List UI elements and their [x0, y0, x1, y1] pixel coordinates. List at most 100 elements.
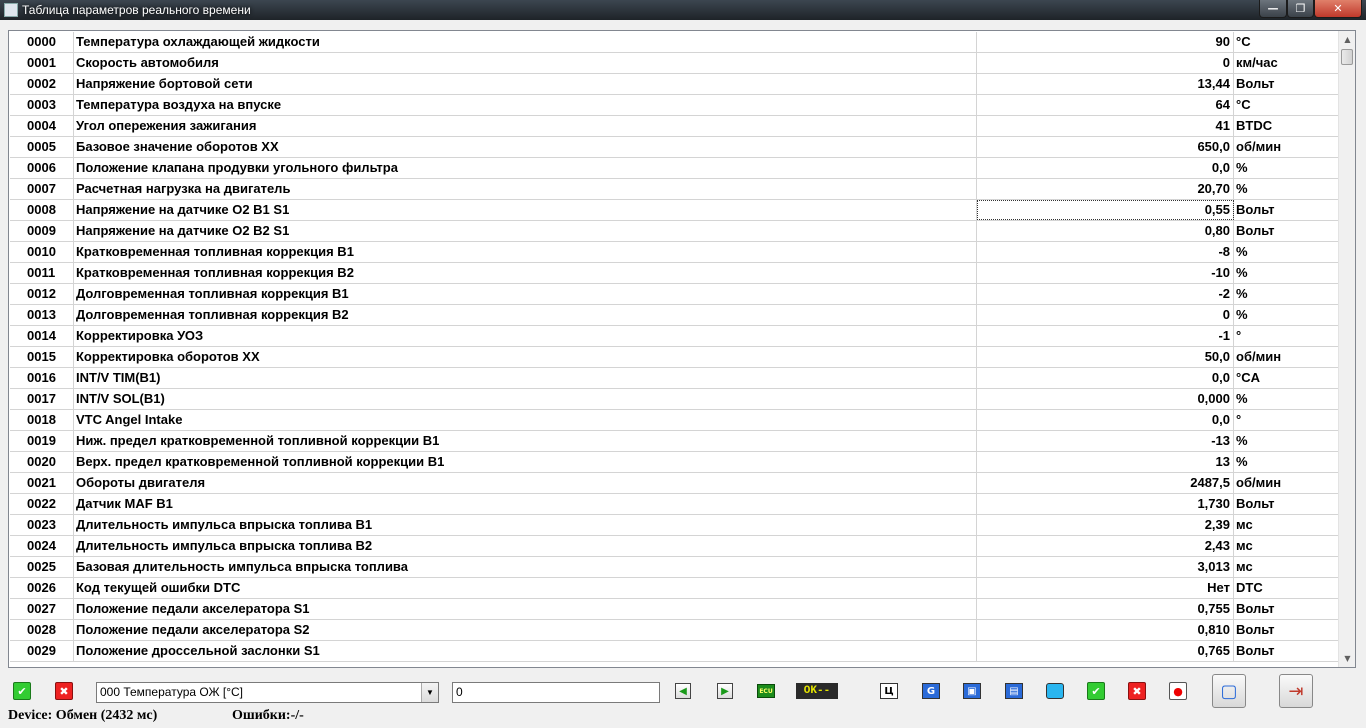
ecu-button[interactable]: ECU — [757, 684, 775, 698]
close-button[interactable]: ✕ — [1314, 0, 1362, 18]
table-row[interactable]: 0005 Базовое значение оборотов XX 650,0 об/… — [10, 137, 1340, 158]
status-bar: Device: Обмен (2432 мс) Ошибки:-/- — [0, 706, 1366, 728]
reject-button[interactable]: ✖ — [55, 682, 73, 700]
param-unit: % — [1234, 431, 1340, 451]
accept-button[interactable]: ✔ — [13, 682, 31, 700]
record-icon: ● — [1169, 682, 1187, 700]
window-icon: ▣ — [963, 683, 981, 699]
param-name: Долговременная топливная коррекция B2 — [74, 305, 977, 325]
param-code: 0018 — [10, 410, 74, 430]
list-button[interactable]: ▤ — [1005, 683, 1023, 699]
param-code: 0010 — [10, 242, 74, 262]
param-unit: об/мин — [1234, 473, 1340, 493]
table-row[interactable]: 0011 Кратковременная топливная коррекция … — [10, 263, 1340, 284]
table-row[interactable]: 0002 Напряжение бортовой сети 13,44 Вольт — [10, 74, 1340, 95]
param-unit: % — [1234, 284, 1340, 304]
table-row[interactable]: 0020 Верх. предел кратковременной топливн… — [10, 452, 1340, 473]
table-row[interactable]: 0026 Код текущей ошибки DTC Нет DTC — [10, 578, 1340, 599]
table-row[interactable]: 0023 Длительность импульса впрыска топлив… — [10, 515, 1340, 536]
param-unit: мс — [1234, 515, 1340, 535]
table-row[interactable]: 0004 Угол опережения зажигания 41 BTDC — [10, 116, 1340, 137]
param-name: Корректировка оборотов XX — [74, 347, 977, 367]
table-row[interactable]: 0024 Длительность импульса впрыска топлив… — [10, 536, 1340, 557]
param-name: Угол опережения зажигания — [74, 116, 977, 136]
param-value: -10 — [977, 263, 1234, 283]
param-value: -13 — [977, 431, 1234, 451]
param-value: 0,80 — [977, 221, 1234, 241]
ts-icon: Ц — [880, 683, 898, 699]
table-row[interactable]: 0015 Корректировка оборотов XX 50,0 об/мин — [10, 347, 1340, 368]
param-value: 20,70 — [977, 179, 1234, 199]
exit-button[interactable]: ⇥ — [1279, 674, 1313, 708]
ts-button[interactable]: Ц — [880, 683, 898, 699]
table-row[interactable]: 0003 Температура воздуха на впуске 64 °C — [10, 95, 1340, 116]
scroll-up-icon[interactable]: ▲ — [1339, 31, 1355, 48]
table-row[interactable]: 0028 Положение педали акселератора S2 0,81… — [10, 620, 1340, 641]
confirm-button[interactable]: ✔ — [1087, 682, 1105, 700]
param-unit: Вольт — [1234, 221, 1340, 241]
previous-button[interactable]: ◀ — [675, 683, 691, 699]
cross-icon: ✖ — [55, 682, 73, 700]
display-button[interactable] — [1046, 683, 1064, 699]
cancel-button[interactable]: ✖ — [1128, 682, 1146, 700]
param-unit: °C — [1234, 32, 1340, 52]
table-row[interactable]: 0018 VTC Angel Intake 0,0 ° — [10, 410, 1340, 431]
ok-status-display: OK-- — [796, 683, 838, 699]
param-value: 0,0 — [977, 410, 1234, 430]
parameter-select[interactable]: 000 Температура ОЖ [°C] ▼ — [96, 682, 439, 703]
table-row[interactable]: 0001 Скорость автомобиля 0 км/час — [10, 53, 1340, 74]
parameters-table[interactable]: 0000 Температура охлаждающей жидкости 90 °C… — [8, 30, 1356, 668]
param-name: Напряжение на датчике O2 B2 S1 — [74, 221, 977, 241]
param-name: Код текущей ошибки DTC — [74, 578, 977, 598]
param-unit: Вольт — [1234, 620, 1340, 640]
param-unit: °CA — [1234, 368, 1340, 388]
param-code: 0024 — [10, 536, 74, 556]
table-row[interactable]: 0017 INT/V SOL(B1) 0,000% — [10, 389, 1340, 410]
app-icon[interactable] — [4, 3, 18, 17]
param-name: VTC Angel Intake — [74, 410, 977, 430]
table-row[interactable]: 0016 INT/V TIM(B1) 0,0 °CA — [10, 368, 1340, 389]
table-row[interactable]: 0025 Базовая длительность импульса впрыск… — [10, 557, 1340, 578]
table-row[interactable]: 0009 Напряжение на датчике O2 B2 S1 0,80 Во… — [10, 221, 1340, 242]
param-unit: км/час — [1234, 53, 1340, 73]
check-icon: ✔ — [1087, 682, 1105, 700]
table-row[interactable]: 0029 Положение дроссельной заслонки S1 0,7… — [10, 641, 1340, 662]
table-row[interactable]: 0012 Долговременная топливная коррекция B… — [10, 284, 1340, 305]
table-row[interactable]: 0000 Температура охлаждающей жидкости 90 °C — [10, 32, 1340, 53]
param-code: 0002 — [10, 74, 74, 94]
param-value: 64 — [977, 95, 1234, 115]
minimize-button[interactable]: — — [1259, 0, 1287, 18]
table-row[interactable]: 0027 Положение педали акселератора S1 0,75… — [10, 599, 1340, 620]
window-button[interactable]: ▣ — [963, 683, 981, 699]
table-row[interactable]: 0014 Корректировка УОЗ -1 ° — [10, 326, 1340, 347]
check-icon: ✔ — [13, 682, 31, 700]
maximize-button[interactable]: ❐ — [1287, 0, 1314, 18]
table-row[interactable]: 0008 Напряжение на датчике O2 B1 S1 0,55 Во… — [10, 200, 1340, 221]
chevron-down-icon[interactable]: ▼ — [421, 683, 438, 702]
param-code: 0004 — [10, 116, 74, 136]
next-button[interactable]: ▶ — [717, 683, 733, 699]
status-indicator: OK-- — [796, 683, 838, 699]
param-value: 0,765 — [977, 641, 1234, 661]
save-button[interactable]: ▢ — [1212, 674, 1246, 708]
table-row[interactable]: 0019 Ниж. предел кратковременной топливно… — [10, 431, 1340, 452]
param-code: 0021 — [10, 473, 74, 493]
table-row[interactable]: 0021 Обороты двигателя 2487,5 об/мин — [10, 473, 1340, 494]
param-unit: Вольт — [1234, 74, 1340, 94]
scroll-thumb[interactable] — [1341, 49, 1353, 65]
param-unit: % — [1234, 389, 1340, 409]
g-button[interactable]: G — [922, 683, 940, 699]
table-row[interactable]: 0013 Долговременная топливная коррекция B… — [10, 305, 1340, 326]
param-code: 0016 — [10, 368, 74, 388]
param-unit: % — [1234, 242, 1340, 262]
table-row[interactable]: 0006 Положение клапана продувки угольного… — [10, 158, 1340, 179]
table-row[interactable]: 0007 Расчетная нагрузка на двигатель 20,70… — [10, 179, 1340, 200]
parameter-value-input[interactable]: 0 — [452, 682, 660, 703]
record-button[interactable]: ● — [1169, 682, 1187, 700]
param-code: 0029 — [10, 641, 74, 661]
param-value: 13,44 — [977, 74, 1234, 94]
table-row[interactable]: 0022 Датчик MAF B1 1,730 Вольт — [10, 494, 1340, 515]
vertical-scrollbar[interactable]: ▲ ▼ — [1338, 31, 1355, 667]
scroll-down-icon[interactable]: ▼ — [1339, 650, 1355, 667]
table-row[interactable]: 0010 Кратковременная топливная коррекция … — [10, 242, 1340, 263]
